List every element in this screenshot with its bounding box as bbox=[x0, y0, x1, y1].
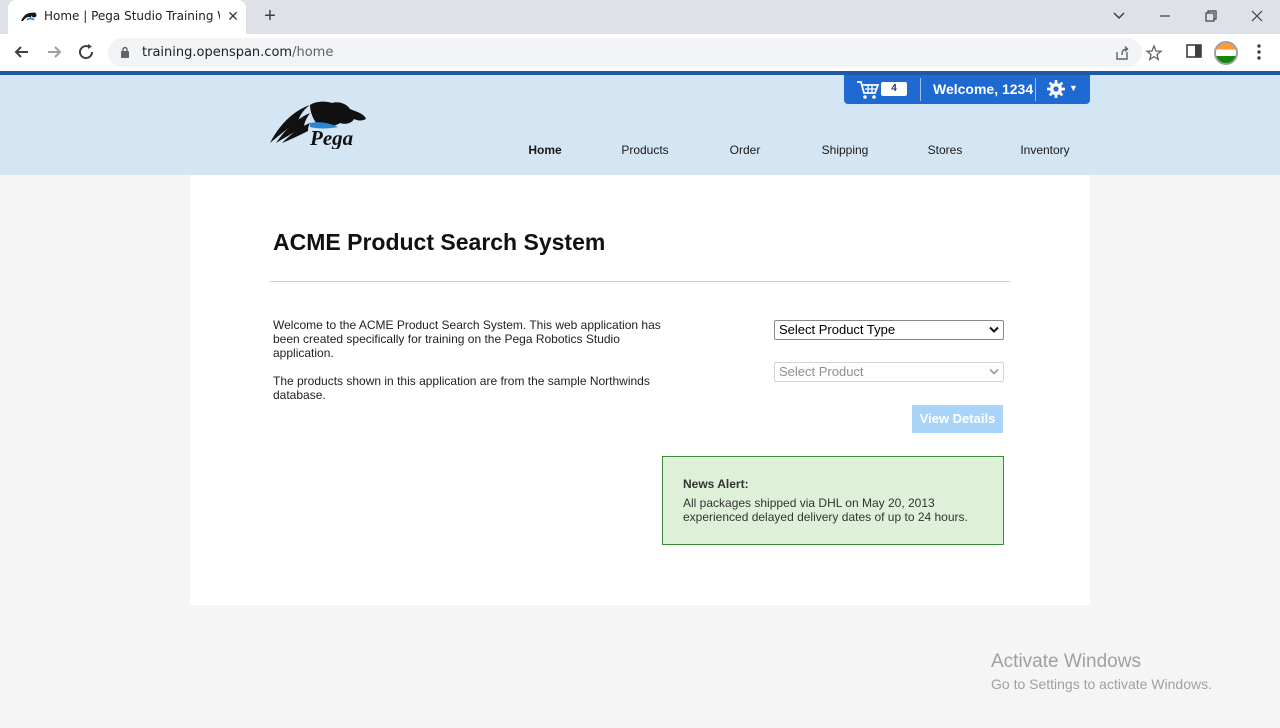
lock-icon bbox=[121, 46, 129, 58]
browser-tabstrip: Home | Pega Studio Training Web ✕ + bbox=[0, 0, 1280, 34]
tab-title: Home | Pega Studio Training Web bbox=[44, 9, 220, 23]
tab-search-icon[interactable] bbox=[1105, 4, 1133, 28]
userbar-divider bbox=[920, 78, 921, 101]
nav-inventory[interactable]: Inventory bbox=[995, 143, 1095, 157]
nav-home[interactable]: Home bbox=[495, 143, 595, 157]
product-type-select[interactable]: Select Product Type bbox=[774, 320, 1004, 340]
product-select-value: Select Product bbox=[779, 364, 864, 379]
news-alert-box: News Alert: All packages shipped via DHL… bbox=[662, 456, 1004, 545]
address-bar[interactable]: training.openspan.com/home bbox=[108, 38, 1163, 67]
browser-tab[interactable]: Home | Pega Studio Training Web ✕ bbox=[8, 0, 246, 34]
gear-icon[interactable] bbox=[1047, 80, 1065, 98]
nav-stores[interactable]: Stores bbox=[895, 143, 995, 157]
logo-text: Pega bbox=[309, 126, 353, 149]
bookmark-star-icon[interactable] bbox=[1145, 44, 1163, 62]
intro-text: Welcome to the ACME Product Search Syste… bbox=[273, 318, 663, 402]
nav-products[interactable]: Products bbox=[595, 143, 695, 157]
restore-icon[interactable] bbox=[1197, 4, 1225, 28]
tab-close-icon[interactable]: ✕ bbox=[224, 7, 242, 25]
main-content: ACME Product Search System Welcome to th… bbox=[190, 175, 1090, 605]
minimize-icon[interactable] bbox=[1151, 4, 1179, 28]
settings-dropdown-icon[interactable]: ▼ bbox=[1069, 83, 1079, 93]
url-host: training.openspan.com bbox=[142, 45, 293, 60]
watermark-title: Activate Windows bbox=[991, 651, 1141, 672]
site-header: Pega 4 Welcome, 1234 ▼ Home Products Ord… bbox=[0, 75, 1280, 175]
product-select[interactable]: Select Product bbox=[774, 362, 1004, 382]
activate-windows-watermark: Activate Windows Go to Settings to activ… bbox=[991, 651, 1212, 694]
intro-paragraph: The products shown in this application a… bbox=[273, 374, 650, 402]
title-divider bbox=[270, 281, 1010, 282]
chevron-down-icon bbox=[989, 368, 999, 375]
shopping-cart-icon[interactable] bbox=[856, 80, 880, 100]
welcome-user-text: Welcome, 1234 bbox=[933, 81, 1034, 97]
share-icon[interactable] bbox=[1113, 44, 1131, 62]
news-alert-title: News Alert: bbox=[683, 477, 749, 491]
pega-logo[interactable]: Pega bbox=[270, 99, 372, 149]
nav-order[interactable]: Order bbox=[695, 143, 795, 157]
watermark-subtitle: Go to Settings to activate Windows. bbox=[991, 676, 1212, 692]
back-arrow-icon[interactable] bbox=[10, 40, 34, 64]
userbar-divider bbox=[1035, 78, 1036, 101]
reload-icon[interactable] bbox=[74, 40, 98, 64]
side-panel-icon[interactable] bbox=[1185, 42, 1203, 60]
url-text: training.openspan.com/home bbox=[142, 45, 333, 60]
close-window-icon[interactable] bbox=[1243, 4, 1271, 28]
more-options-icon[interactable] bbox=[1252, 42, 1266, 62]
chevron-down-icon bbox=[989, 326, 999, 333]
intro-paragraph: Welcome to the ACME Product Search Syste… bbox=[273, 318, 661, 360]
url-path: /home bbox=[292, 45, 334, 60]
pega-favicon-icon bbox=[21, 12, 37, 21]
main-nav: Home Products Order Shipping Stores Inve… bbox=[510, 143, 1090, 161]
browser-toolbar: training.openspan.com/home bbox=[0, 34, 1280, 71]
new-tab-button[interactable]: + bbox=[258, 5, 282, 29]
news-alert-text: All packages shipped via DHL on May 20, … bbox=[683, 496, 968, 524]
product-type-select-value: Select Product Type bbox=[779, 322, 896, 337]
nav-shipping[interactable]: Shipping bbox=[795, 143, 895, 157]
view-details-button[interactable]: View Details bbox=[912, 405, 1003, 433]
page-title: ACME Product Search System bbox=[273, 229, 606, 255]
cart-count-badge[interactable]: 4 bbox=[881, 82, 907, 96]
user-toolbar: 4 Welcome, 1234 ▼ bbox=[844, 75, 1090, 104]
forward-arrow-icon[interactable] bbox=[42, 40, 66, 64]
profile-avatar[interactable] bbox=[1214, 41, 1238, 65]
